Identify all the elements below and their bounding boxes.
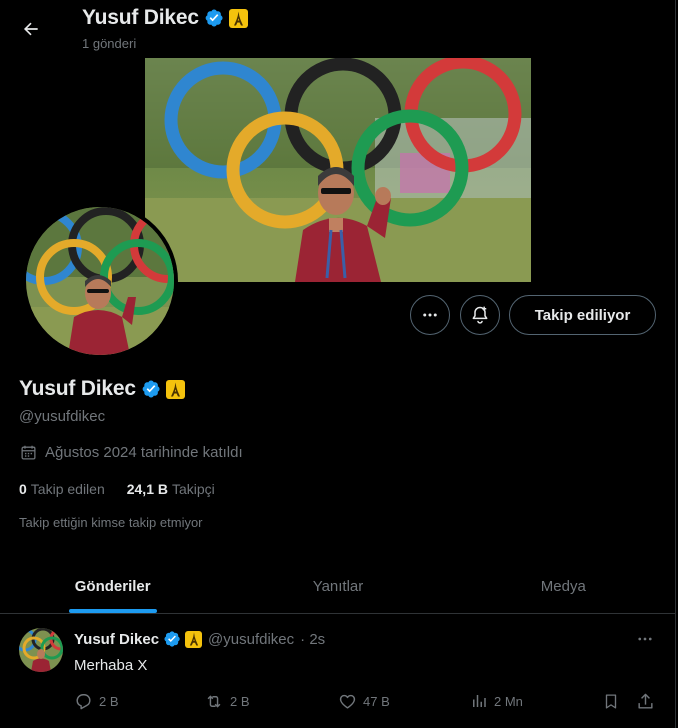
notification-button[interactable] — [460, 295, 500, 335]
join-date: Ağustos 2024 tarihinde katıldı — [20, 444, 243, 461]
profile-handle: @yusufdikec — [19, 408, 106, 425]
header-title: Yusuf Dikec — [82, 6, 248, 30]
profile-tabs: Gönderiler Yanıtlar Medya — [0, 560, 676, 614]
tab-media-label: Medya — [540, 578, 586, 595]
repost-icon — [207, 695, 221, 708]
followed-by-note: Takip ettiğin kimse takip etmiyor — [19, 515, 203, 530]
bookmark-button[interactable] — [602, 692, 620, 711]
followers-label: Takipçi — [171, 481, 215, 497]
following-count: 0 — [19, 481, 27, 497]
followers-stat[interactable]: 24,1 B Takipçi — [127, 481, 215, 497]
verified-icon — [142, 380, 160, 398]
like-count: 47 B — [363, 694, 390, 709]
reply-icon — [76, 694, 91, 710]
views-icon — [473, 695, 486, 707]
eiffel-tower-icon — [185, 630, 203, 648]
more-icon — [423, 313, 437, 317]
bookmark-icon — [605, 694, 617, 709]
eiffel-tower-icon — [228, 8, 248, 28]
verified-icon — [164, 631, 180, 647]
post-count: 1 gönderi — [82, 36, 137, 51]
repost-button[interactable]: 2 B — [204, 692, 250, 711]
more-icon — [638, 637, 652, 641]
following-stat[interactable]: 0 Takip edilen — [19, 481, 105, 497]
share-button[interactable] — [636, 692, 655, 711]
profile-banner-image[interactable] — [145, 58, 531, 282]
profile-page: Yusuf Dikec 1 gönderi Takip ediliyor Yus… — [0, 0, 676, 728]
active-tab-indicator — [68, 609, 157, 613]
like-icon — [339, 694, 356, 709]
tab-media[interactable]: Medya — [451, 560, 676, 613]
tweet-author-name[interactable]: Yusuf Dikec — [74, 631, 159, 648]
tweet-header: Yusuf Dikec @yusufdikec · 2s — [74, 630, 325, 648]
following-button[interactable]: Takip ediliyor — [509, 295, 656, 335]
tweet-avatar[interactable] — [19, 628, 63, 672]
views-button[interactable]: 2 Mn — [470, 692, 523, 710]
notification-bell-icon — [472, 306, 488, 324]
tab-posts[interactable]: Gönderiler — [0, 560, 225, 613]
verified-icon — [205, 9, 223, 27]
repost-count: 2 B — [230, 694, 250, 709]
join-date-text: Ağustos 2024 tarihinde katıldı — [45, 444, 243, 461]
header-name: Yusuf Dikec — [82, 6, 199, 29]
tab-posts-label: Gönderiler — [74, 578, 151, 595]
like-button[interactable]: 47 B — [338, 692, 390, 711]
more-button[interactable] — [410, 295, 450, 335]
views-count: 2 Mn — [494, 693, 523, 709]
following-label: Takip edilen — [30, 481, 105, 497]
tweet-more-button[interactable] — [634, 629, 656, 649]
profile-avatar[interactable] — [22, 203, 178, 359]
calendar-icon — [21, 445, 36, 460]
tweet-time[interactable]: · 2s — [300, 631, 325, 648]
share-icon — [638, 693, 653, 709]
back-arrow-icon[interactable] — [14, 12, 48, 46]
tweet-author-handle[interactable]: @yusufdikec — [208, 631, 294, 648]
tab-replies[interactable]: Yanıtlar — [225, 560, 450, 613]
tab-replies-label: Yanıtlar — [312, 578, 364, 595]
followers-count: 24,1 B — [126, 481, 168, 497]
follow-stats: 0 Takip edilen 24,1 B Takipçi — [19, 481, 215, 497]
tweet-text: Merhaba X — [74, 657, 148, 674]
profile-name-row: Yusuf Dikec — [19, 377, 185, 401]
reply-button[interactable]: 2 B — [74, 692, 119, 711]
reply-count: 2 B — [99, 694, 119, 709]
profile-name: Yusuf Dikec — [19, 377, 136, 400]
eiffel-tower-icon — [165, 379, 185, 399]
